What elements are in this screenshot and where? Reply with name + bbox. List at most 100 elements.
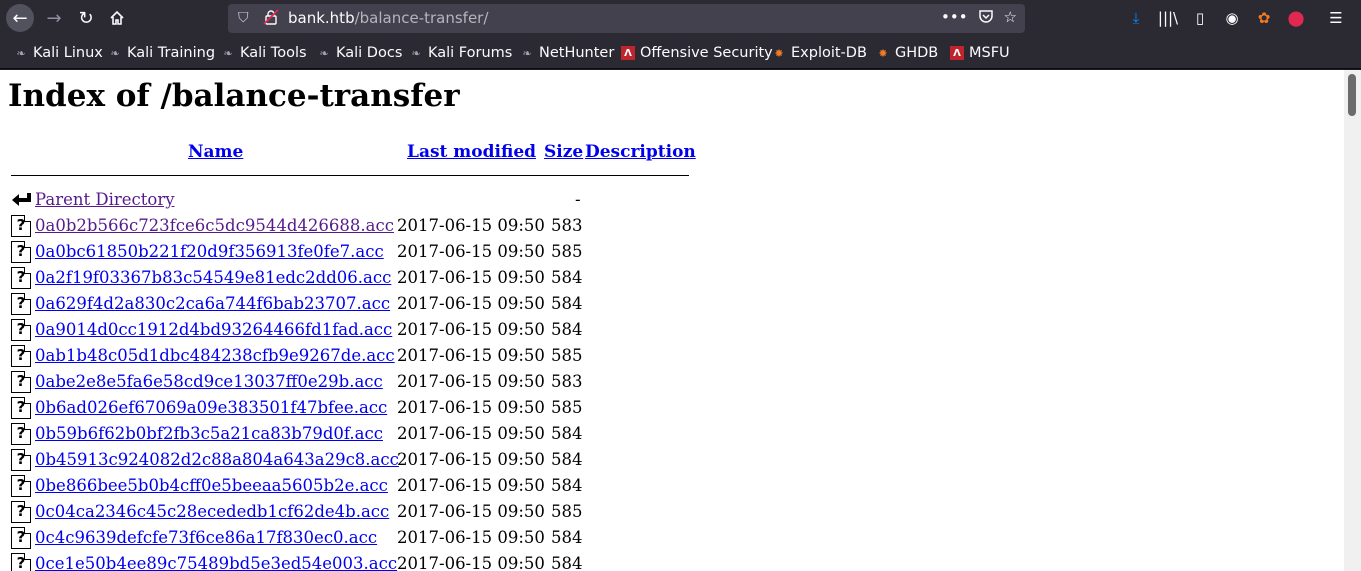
file-link[interactable]: 0c4c9639defcfe73f6ce86a17f830ec0.acc — [35, 528, 377, 547]
bookmark-nethunter[interactable]: ❧ NetHunter — [520, 45, 614, 61]
sidebar-button[interactable]: ▯ — [1188, 6, 1212, 30]
file-link[interactable]: 0a0bc61850b221f20d9f356913fe0fe7.acc — [35, 242, 384, 261]
file-row: ? 0c4c9639defcfe73f6ce86a17f830ec0.acc 201… — [0, 526, 700, 552]
extension-red-button[interactable]: ⬤ — [1284, 6, 1308, 30]
tracking-shield-icon[interactable]: ⛉ — [238, 10, 249, 26]
file-link[interactable]: 0a0b2b566c723fce6c5dc9544d426688.acc — [35, 216, 394, 235]
reload-button[interactable]: ↻ — [72, 4, 100, 32]
bookmark-ghdb[interactable]: ✸ GHDB — [876, 45, 938, 61]
unknown-file-icon: ? — [11, 449, 31, 471]
download-icon: ⤓ — [1132, 9, 1140, 27]
unknown-file-icon: ? — [11, 241, 31, 263]
bookmark-kali-forums[interactable]: ❧ Kali Forums — [409, 45, 512, 61]
bookmark-msfu[interactable]: Λ MSFU — [950, 45, 1010, 61]
file-modified: 2017-06-15 09:50 — [397, 320, 545, 339]
unknown-file-icon: ? — [11, 527, 31, 549]
sort-by-name-link[interactable]: Name — [188, 142, 243, 162]
unknown-file-icon: ? — [11, 475, 31, 497]
bookmark-kali-training[interactable]: ❧ Kali Training — [108, 45, 215, 61]
arrow-left-icon: ← — [12, 7, 28, 29]
sort-by-description-link[interactable]: Description — [585, 142, 696, 162]
file-link[interactable]: 0abe2e8e5fa6e58cd9ce13037ff0e29b.acc — [35, 372, 383, 391]
file-size: 585 — [551, 398, 583, 417]
msfu-icon: Λ — [950, 46, 964, 60]
file-size: 584 — [551, 320, 583, 339]
file-row: ? 0a0bc61850b221f20d9f356913fe0fe7.acc 201… — [0, 240, 700, 266]
extension-button[interactable]: ✿ — [1252, 6, 1276, 30]
file-link[interactable]: 0b6ad026ef67069a09e383501f47bfee.acc — [35, 398, 387, 417]
file-modified: 2017-06-15 09:50 — [397, 528, 545, 547]
kali-dragon-icon: ❧ — [223, 46, 233, 60]
forward-button[interactable]: → — [40, 4, 68, 32]
file-link[interactable]: 0b45913c924082d2c88a804a643a29c8.acc — [35, 450, 399, 469]
bookmark-star-icon[interactable]: ☆ — [1004, 8, 1017, 26]
file-modified: 2017-06-15 09:50 — [397, 476, 545, 495]
scrollbar-thumb[interactable] — [1348, 74, 1356, 116]
bookmark-offensive-security[interactable]: Λ Offensive Security — [621, 45, 773, 61]
file-modified: 2017-06-15 09:50 — [397, 424, 545, 443]
kali-dragon-icon: ❧ — [522, 46, 532, 60]
file-size: 584 — [551, 268, 583, 287]
file-row: ? 0b45913c924082d2c88a804a643a29c8.acc 201… — [0, 448, 700, 474]
file-link[interactable]: 0ab1b48c05d1dbc484238cfb9e9267de.acc — [35, 346, 395, 365]
address-bar[interactable]: ⛉ bank.htb/balance-transfer/ ••• ☆ — [228, 4, 1025, 33]
exploit-db-icon: ✸ — [774, 46, 784, 60]
file-modified: 2017-06-15 09:50 — [397, 346, 545, 365]
file-size: 585 — [551, 242, 583, 261]
sort-by-size-link[interactable]: Size — [544, 142, 583, 162]
library-button[interactable]: |||\ — [1156, 6, 1180, 30]
back-button[interactable]: ← — [6, 4, 34, 32]
downloads-button[interactable]: ⤓ — [1124, 6, 1148, 30]
file-row: ? 0be866bee5b0b4cff0e5beeaa5605b2e.acc 201… — [0, 474, 700, 500]
file-link[interactable]: 0a629f4d2a830c2ca6a744f6bab23707.acc — [35, 294, 390, 313]
insecure-lock-icon[interactable] — [263, 9, 279, 25]
url-host: bank.htb — [288, 9, 355, 27]
file-link[interactable]: 0be866bee5b0b4cff0e5beeaa5605b2e.acc — [35, 476, 388, 495]
file-row: ? 0ce1e50b4ee89c75489bd5e3ed54e003.acc 201… — [0, 552, 700, 571]
bookmark-kali-docs[interactable]: ❧ Kali Docs — [317, 45, 402, 61]
file-row: ? 0a2f19f03367b83c54549e81edc2dd06.acc 201… — [0, 266, 700, 292]
page-scrollbar[interactable] — [1344, 70, 1361, 571]
file-size: 585 — [551, 502, 583, 521]
back-arrow-icon — [12, 193, 31, 206]
home-icon — [110, 10, 124, 25]
file-link[interactable]: 0a9014d0cc1912d4bd93264466fd1fad.acc — [35, 320, 392, 339]
file-link[interactable]: 0a2f19f03367b83c54549e81edc2dd06.acc — [35, 268, 391, 287]
file-link[interactable]: 0b59b6f62b0bf2fb3c5a21ca83b79d0f.acc — [35, 424, 383, 443]
file-modified: 2017-06-15 09:50 — [397, 450, 545, 469]
account-button[interactable]: ◉ — [1220, 6, 1244, 30]
sort-by-modified-link[interactable]: Last modified — [407, 142, 536, 162]
unknown-file-icon: ? — [11, 293, 31, 315]
bookmark-kali-tools[interactable]: ❧ Kali Tools — [221, 45, 306, 61]
file-modified: 2017-06-15 09:50 — [397, 398, 545, 417]
extension-fox-icon: ✿ — [1257, 9, 1271, 27]
file-modified: 2017-06-15 09:50 — [397, 216, 545, 235]
unknown-file-icon: ? — [11, 501, 31, 523]
file-link[interactable]: 0c04ca2346c45c28ecededb1cf62de4b.acc — [35, 502, 389, 521]
kali-dragon-icon: ❧ — [110, 46, 120, 60]
account-icon: ◉ — [1225, 9, 1239, 27]
home-button[interactable] — [103, 4, 131, 32]
file-size: 584 — [551, 554, 583, 571]
pocket-icon[interactable] — [978, 8, 994, 24]
file-modified: 2017-06-15 09:50 — [397, 294, 545, 313]
bookmark-kali-linux[interactable]: ❧ Kali Linux — [14, 45, 102, 61]
unknown-file-icon: ? — [11, 267, 31, 289]
file-row: ? 0c04ca2346c45c28ecededb1cf62de4b.acc 201… — [0, 500, 700, 526]
file-row: ? 0a629f4d2a830c2ca6a744f6bab23707.acc 201… — [0, 292, 700, 318]
kali-dragon-icon: ❧ — [16, 46, 26, 60]
page-actions-icon[interactable]: ••• — [941, 8, 968, 26]
file-link[interactable]: 0ce1e50b4ee89c75489bd5e3ed54e003.acc — [35, 554, 397, 571]
parent-directory-link[interactable]: Parent Directory — [35, 190, 175, 209]
file-row: ? 0ab1b48c05d1dbc484238cfb9e9267de.acc 201… — [0, 344, 700, 370]
file-modified: 2017-06-15 09:50 — [397, 502, 545, 521]
url-text[interactable]: bank.htb/balance-transfer/ — [288, 9, 488, 27]
file-size: 583 — [551, 216, 583, 235]
offsec-icon: Λ — [621, 46, 635, 60]
menu-button[interactable]: ☰ — [1324, 6, 1348, 30]
bookmark-exploit-db[interactable]: ✸ Exploit-DB — [772, 45, 867, 61]
file-size: 583 — [551, 372, 583, 391]
file-size: 584 — [551, 476, 583, 495]
page-content: Index of /balance-transfer Name Last mod… — [0, 70, 1344, 571]
file-modified: 2017-06-15 09:50 — [397, 242, 545, 261]
